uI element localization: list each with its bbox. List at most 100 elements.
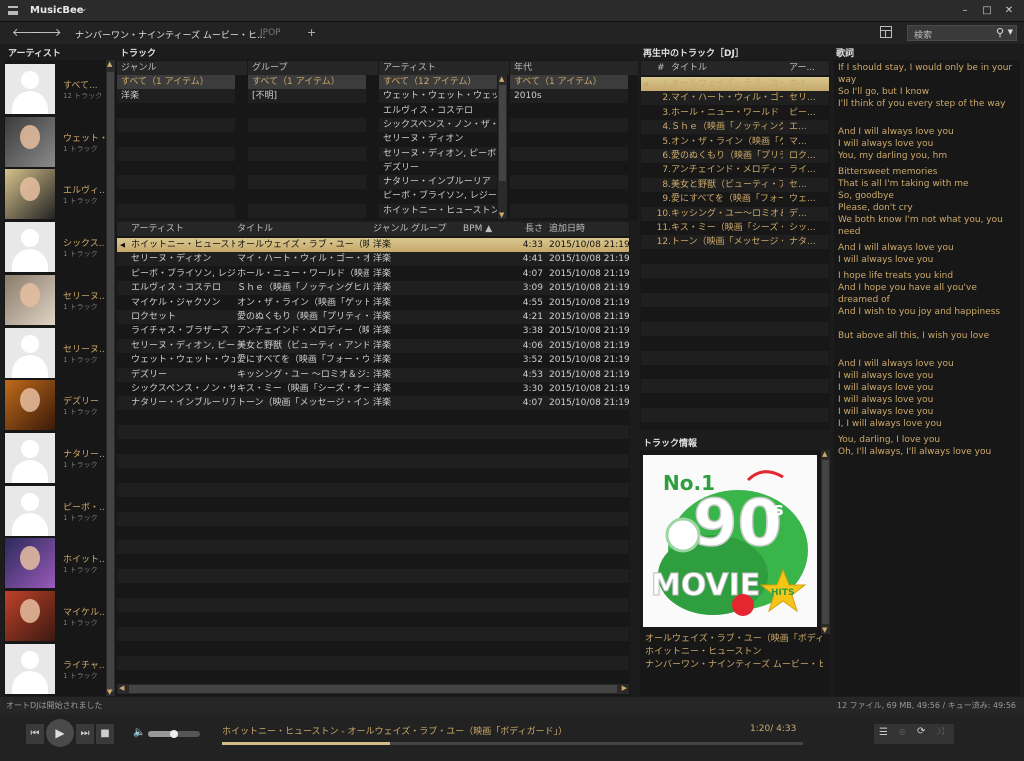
nowplaying-col-header[interactable]: アー... xyxy=(789,61,827,75)
tracklist-col-header[interactable]: アーティスト xyxy=(131,222,231,236)
artist-item[interactable]: エルヴィ... 1 トラック xyxy=(5,169,105,221)
play-icon[interactable]: ▶ xyxy=(46,719,74,747)
nowplaying-row[interactable] xyxy=(641,279,829,293)
filter-item[interactable] xyxy=(117,161,235,175)
filter-item[interactable]: すべて（1 アイテム） xyxy=(117,75,235,89)
nowplaying-row[interactable] xyxy=(641,264,829,279)
table-row[interactable] xyxy=(117,468,629,482)
table-row[interactable] xyxy=(117,482,629,497)
nowplaying-row[interactable]: 3.ホール・ニュー・ワールド（映... ピー... xyxy=(641,106,829,120)
table-row[interactable] xyxy=(117,454,629,468)
filter-item[interactable]: 2010s xyxy=(510,89,628,104)
table-row[interactable] xyxy=(117,540,629,555)
artist-item[interactable]: ホイット... 1 トラック xyxy=(5,538,105,590)
nowplaying-row[interactable] xyxy=(641,350,829,365)
volume-icon[interactable]: 🔈 xyxy=(133,727,145,738)
filter-item[interactable] xyxy=(117,189,235,203)
filter-item[interactable] xyxy=(117,175,235,190)
artist-item[interactable]: デズリー 1 トラック xyxy=(5,380,105,432)
table-row[interactable]: ピーボ・ブライソン, レジ...ホール・ニュー・ワールド（映画「ア... 洋楽 4:… xyxy=(117,267,629,281)
filter-item[interactable] xyxy=(510,175,628,190)
progress-bar[interactable] xyxy=(222,742,803,745)
previous-icon[interactable]: ⏮ xyxy=(26,724,44,744)
table-row[interactable] xyxy=(117,440,629,454)
table-row[interactable]: デズリー キッシング・ユー ～ロミオ＆ジュリエ... 洋楽 4:53 2015/10/0… xyxy=(117,367,629,382)
artist-item[interactable]: すべて... 12 トラック xyxy=(5,64,105,116)
artist-item[interactable]: ライチャ... 1 トラック xyxy=(5,643,105,696)
stop-icon[interactable]: ■ xyxy=(96,724,114,744)
artist-filter[interactable]: アーティスト すべて（12 アイテム） ウェット・ウェット・ウェット エルヴィス・コ… xyxy=(379,61,509,219)
tracklist-col-header[interactable]: グループ xyxy=(411,222,461,236)
menu-icon[interactable] xyxy=(8,6,18,15)
filter-item[interactable] xyxy=(248,132,366,146)
trackinfo-scrollbar[interactable]: ▲ ▼ xyxy=(821,450,830,634)
nowplaying-row[interactable]: 9.愛にすべてを（映画「フォー・... ウェ... xyxy=(641,192,829,206)
nowplaying-row[interactable]: 12.トーン（映画「メッセージ・イ... ナタ... xyxy=(641,235,829,250)
filter-item[interactable]: すべて（1 アイテム） xyxy=(248,75,366,89)
app-title[interactable]: MusicBee xyxy=(30,5,84,16)
artist-item[interactable]: セリーヌ... 1 トラック xyxy=(5,327,105,380)
filter-item[interactable]: すべて（1 アイテム） xyxy=(510,75,628,89)
filter-item[interactable] xyxy=(248,203,366,218)
table-row[interactable]: ライチャス・ブラザースアンチェインド・メロディー（映画「... 洋楽 3:38 201… xyxy=(117,324,629,338)
table-row[interactable]: ロクセット 愛のぬくもり（映画「プリティ・ウー... 洋楽 4:21 2015/10/0… xyxy=(117,310,629,324)
group-filter-header[interactable]: グループ xyxy=(248,61,378,75)
table-row[interactable] xyxy=(117,655,629,670)
table-row[interactable]: ナタリー・インブルーリアトーン（映画「メッセージ・イン・ア... 洋楽 4:07 20… xyxy=(117,396,629,411)
filter-item[interactable]: エルヴィス・コステロ xyxy=(379,104,497,118)
filter-item[interactable] xyxy=(248,161,366,175)
table-row[interactable] xyxy=(117,497,629,511)
nowplaying-row[interactable] xyxy=(641,293,829,307)
nowplaying-row[interactable] xyxy=(641,336,829,350)
filter-item[interactable] xyxy=(117,146,235,161)
tracklist-col-header[interactable]: 長さ xyxy=(521,222,543,236)
genre-filter-header[interactable]: ジャンル xyxy=(117,61,247,75)
nowplaying-row[interactable] xyxy=(641,250,829,264)
repeat-icon[interactable]: ⟳ xyxy=(917,726,925,737)
nowplaying-row[interactable]: 6.愛のぬくもり（映画「プリティ... ロク... xyxy=(641,149,829,163)
filter-item[interactable] xyxy=(248,104,366,118)
add-tab-button[interactable]: + xyxy=(307,26,316,39)
table-row[interactable]: シックスペンス・ノン・ザ・リ...キス・ミー（映画「シーズ・オール・... 洋楽 3… xyxy=(117,382,629,396)
scrobble-icon[interactable]: ◎ xyxy=(899,727,906,736)
artist-item[interactable]: セリーヌ... 1 トラック xyxy=(5,274,105,327)
volume-slider[interactable] xyxy=(148,730,200,738)
artist-item[interactable]: ピーボ・... 1 トラック xyxy=(5,485,105,538)
filter-item[interactable] xyxy=(117,132,235,146)
next-icon[interactable]: ⏭ xyxy=(76,724,94,744)
tracklist-col-header[interactable]: 追加日時 xyxy=(549,222,629,236)
nowplaying-row[interactable] xyxy=(641,365,829,379)
nowplaying-col-header[interactable]: タイトル xyxy=(671,61,781,75)
tracklist-col-header[interactable]: ジャンル xyxy=(373,222,409,236)
table-row[interactable] xyxy=(117,612,629,626)
nowplaying-row[interactable] xyxy=(641,321,829,336)
nowplaying-row[interactable]: 8.美女と野獣（ビューティ・ア... セ... xyxy=(641,177,829,192)
table-row[interactable] xyxy=(117,555,629,569)
filter-item[interactable]: すべて（12 アイテム） xyxy=(379,75,497,89)
artist-filter-scrollbar[interactable]: ▲ ▼ xyxy=(498,75,507,219)
table-row[interactable]: マイケル・ジャクソン オン・ザ・ライン（映画「ゲット・オン... 洋楽 4:55 201… xyxy=(117,296,629,310)
artist-item[interactable]: シックス... 1 トラック xyxy=(5,222,105,274)
artist-item[interactable]: ウェット・...1 トラック xyxy=(5,116,105,169)
table-row[interactable] xyxy=(117,425,629,440)
table-row[interactable]: セリーヌ・ディオン マイ・ハート・ウィル・ゴー・オン（映画... 洋楽 4:41 201… xyxy=(117,252,629,267)
artist-filter-header[interactable]: アーティスト xyxy=(379,61,509,75)
tab-jpop[interactable]: JPOP xyxy=(260,28,281,38)
table-row[interactable] xyxy=(117,511,629,526)
nowplaying-row[interactable]: 11.キス・ミー（映画「シーズ・オ... シッ... xyxy=(641,221,829,235)
search-box[interactable]: 検索 ⚲ ▼ xyxy=(907,25,1017,41)
shuffle-icon[interactable]: ⤨ xyxy=(936,726,944,737)
filter-item[interactable] xyxy=(510,117,628,132)
filter-item[interactable]: デズリー xyxy=(379,161,497,175)
filter-item[interactable] xyxy=(248,175,366,190)
artist-item[interactable]: ナタリー... 1 トラック xyxy=(5,432,105,485)
table-row[interactable] xyxy=(117,641,629,655)
filter-item[interactable] xyxy=(510,203,628,218)
chevron-down-icon[interactable]: ⌄ xyxy=(80,4,88,14)
filter-item[interactable] xyxy=(510,189,628,203)
nowplaying-row[interactable] xyxy=(641,307,829,321)
filter-item[interactable]: ナタリー・インブルーリア xyxy=(379,175,497,190)
group-filter[interactable]: グループ すべて（1 アイテム） [不明] xyxy=(248,61,378,219)
filter-item[interactable]: セリーヌ・ディオン xyxy=(379,132,497,146)
nowplaying-row[interactable] xyxy=(641,379,829,394)
